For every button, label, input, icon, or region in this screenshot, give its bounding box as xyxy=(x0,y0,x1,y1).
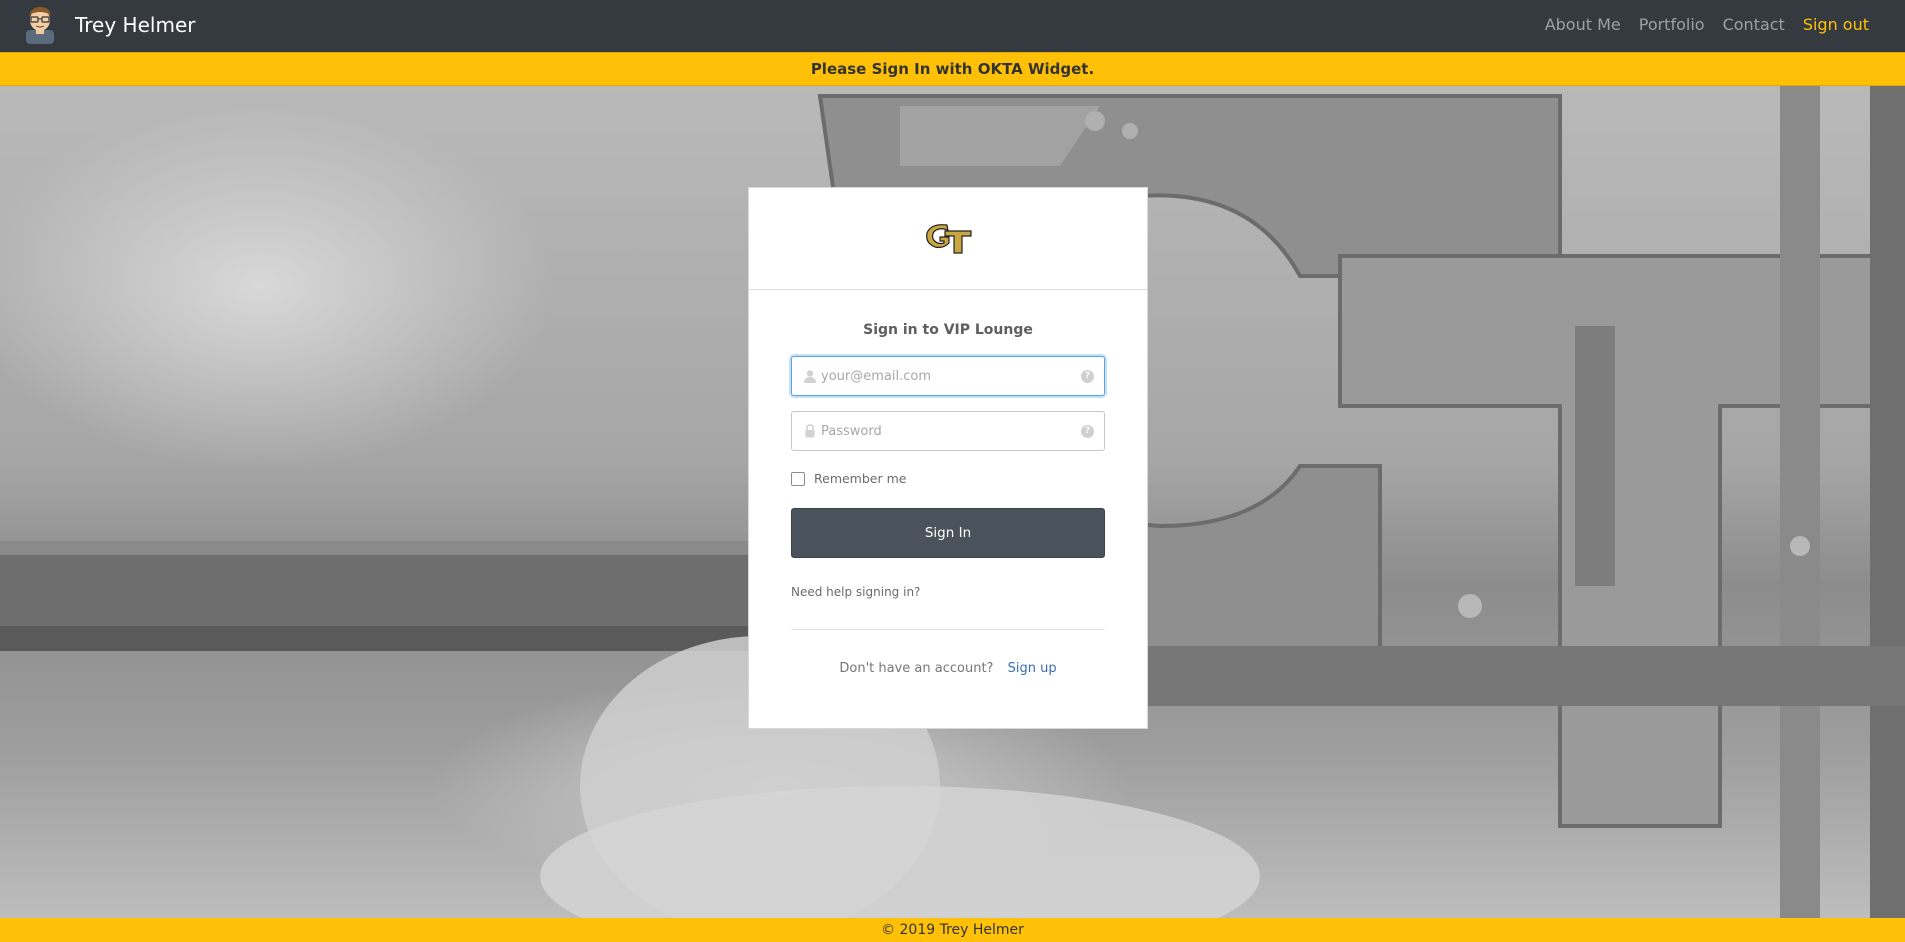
alert-banner: Please Sign In with OKTA Widget. xyxy=(0,52,1905,86)
user-icon xyxy=(804,370,816,383)
nav-sign-out[interactable]: Sign out xyxy=(1803,14,1869,36)
brand-title[interactable]: Trey Helmer xyxy=(75,12,195,38)
signup-row: Don't have an account? Sign up xyxy=(749,661,1147,676)
footer: © 2019 Trey Helmer xyxy=(0,918,1905,942)
no-account-text: Don't have an account? xyxy=(839,661,994,676)
top-navbar: Trey Helmer About Me Portfolio Contact S… xyxy=(0,0,1905,52)
password-help-icon[interactable]: ? xyxy=(1081,425,1094,438)
gt-logo-icon xyxy=(926,224,972,254)
remember-me-label[interactable]: Remember me xyxy=(814,471,906,486)
nav-links: About Me Portfolio Contact Sign out xyxy=(1545,14,1869,36)
sign-in-button[interactable]: Sign In xyxy=(791,508,1105,558)
login-title: Sign in to VIP Lounge xyxy=(863,322,1033,338)
password-input[interactable] xyxy=(821,412,1071,450)
need-help-link[interactable]: Need help signing in? xyxy=(791,585,920,599)
avatar-icon[interactable] xyxy=(22,4,58,44)
nav-about-me[interactable]: About Me xyxy=(1545,14,1621,36)
username-input[interactable] xyxy=(821,357,1071,395)
sign-up-link[interactable]: Sign up xyxy=(1008,661,1057,676)
nav-portfolio[interactable]: Portfolio xyxy=(1639,14,1705,36)
nav-contact[interactable]: Contact xyxy=(1723,14,1785,36)
divider xyxy=(791,629,1105,630)
lock-icon xyxy=(805,424,815,438)
username-help-icon[interactable]: ? xyxy=(1081,370,1094,383)
username-field: ? xyxy=(791,356,1105,396)
remember-me-row: Remember me xyxy=(791,471,906,486)
card-header xyxy=(749,188,1147,290)
okta-login-card: Sign in to VIP Lounge ? ? Remember me Si… xyxy=(748,187,1148,729)
password-field: ? xyxy=(791,411,1105,451)
remember-me-checkbox[interactable] xyxy=(791,471,805,486)
